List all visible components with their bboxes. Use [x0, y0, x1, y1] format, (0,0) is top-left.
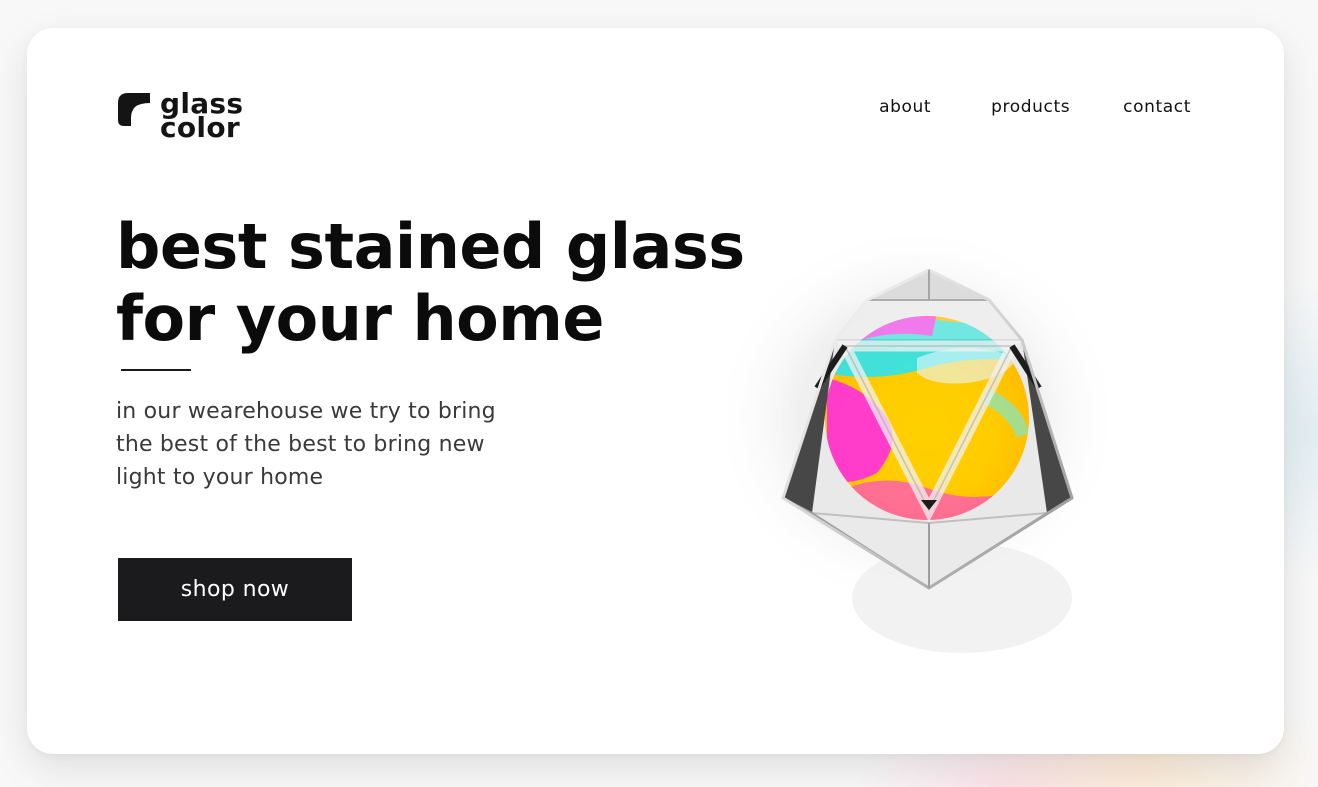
hero-description: in our wearehouse we try to bring the be…: [116, 395, 536, 494]
brand-name-line2: color: [160, 111, 240, 144]
hero-description-line2: the best of the best to bring new: [116, 432, 485, 457]
shop-now-button[interactable]: shop now: [118, 558, 352, 621]
brand-logo[interactable]: glass color: [118, 90, 243, 144]
iridescent-glass-icosahedron: [712, 223, 1122, 653]
headline-divider: [121, 369, 191, 371]
nav-link-about[interactable]: about: [879, 97, 931, 117]
hero-description-line1: in our wearehouse we try to bring: [116, 399, 496, 424]
nav-link-products[interactable]: products: [991, 97, 1070, 117]
hero-description-line3: light to your home: [116, 465, 324, 490]
brand-name: glass color: [160, 90, 243, 144]
main-nav: about products contact: [879, 97, 1191, 117]
nav-link-contact[interactable]: contact: [1123, 97, 1191, 117]
landing-card: glass color about products contact best …: [27, 28, 1284, 754]
hero-headline-line2: for your home: [116, 282, 604, 355]
hero-headline: best stained glass for your home: [116, 211, 745, 355]
hero-headline-line1: best stained glass: [116, 210, 745, 283]
glass-color-logo-icon: [118, 93, 150, 126]
